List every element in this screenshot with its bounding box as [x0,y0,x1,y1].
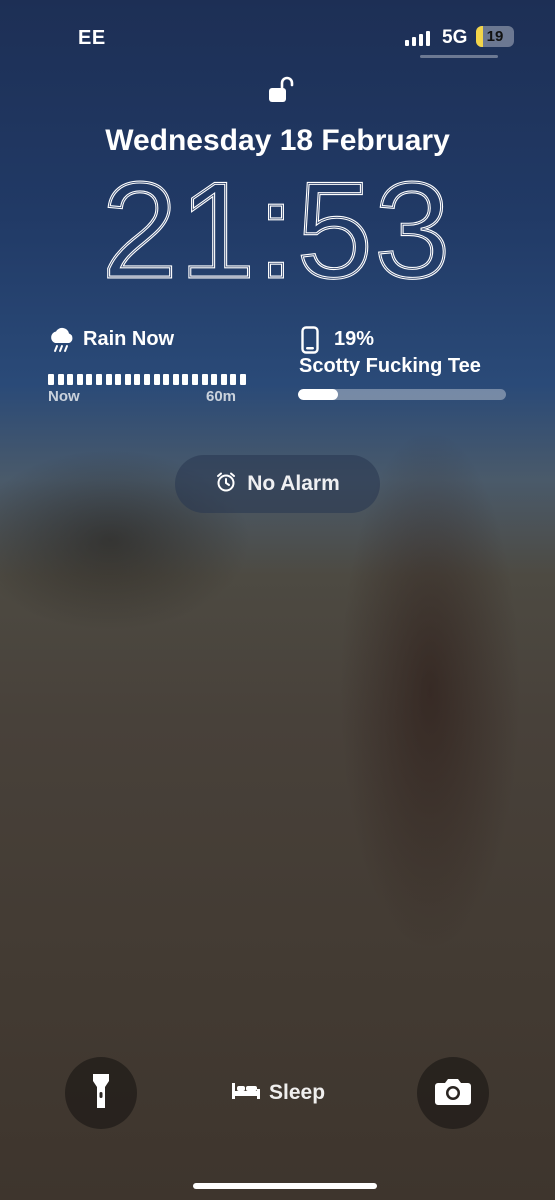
precipitation-bar [95,374,102,385]
battery-percent: 19 [486,28,504,45]
precipitation-bar [143,374,150,385]
precipitation-bar [124,374,131,385]
precipitation-bars [48,374,246,385]
flashlight-button[interactable] [65,1057,137,1129]
flashlight-icon [91,1072,111,1115]
precipitation-bar [163,374,170,385]
bed-icon [231,1080,261,1105]
sleep-label: Sleep [269,1080,326,1104]
precipitation-bar [191,374,198,385]
home-indicator[interactable] [193,1183,377,1189]
sleep-button[interactable]: Sleep [231,1080,325,1105]
precipitation-bar [115,374,122,385]
precipitation-bar [67,374,74,385]
precipitation-bar [134,374,141,385]
status-indicator-bar [420,55,498,58]
device-name: Scotty Fucking Tee [299,355,481,377]
lock-screen-date: Wednesday 18 February [105,124,450,157]
precipitation-bar [57,374,64,385]
precipitation-bar [48,374,54,385]
phone-icon [301,326,319,354]
unlocked-padlock-icon [264,74,296,106]
rain-cloud-icon [48,326,76,356]
network-type: 5G [442,27,468,48]
precipitation-start-label: Now [48,388,80,405]
precipitation-bar [239,374,246,385]
precipitation-end-label: 60m [206,388,237,405]
cellular-signal-icon [405,30,431,46]
precipitation-bar [211,374,218,385]
alarm-clock-icon [215,471,237,498]
lock-screen-clock: 21:53 21:53 [0,153,555,308]
precipitation-bar [201,374,208,385]
alarm-label: No Alarm [247,472,340,495]
precipitation-bar [172,374,179,385]
alarm-button[interactable]: No Alarm [175,455,380,513]
precipitation-bar [220,374,227,385]
battery-icon: 19 [476,26,514,47]
precipitation-bar [86,374,93,385]
clock-digits-inner-line: 21:53 [102,170,452,288]
device-battery-fill [298,389,338,400]
weather-title: Rain Now [83,328,175,350]
camera-button[interactable] [417,1057,489,1129]
device-battery-bar [298,389,506,400]
carrier-name: EE [78,27,106,49]
camera-icon [434,1076,472,1111]
device-battery-percent: 19% [334,328,375,350]
precipitation-bar [76,374,83,385]
precipitation-bar [105,374,112,385]
precipitation-bar [230,374,237,385]
precipitation-bar [153,374,160,385]
precipitation-bar [182,374,189,385]
